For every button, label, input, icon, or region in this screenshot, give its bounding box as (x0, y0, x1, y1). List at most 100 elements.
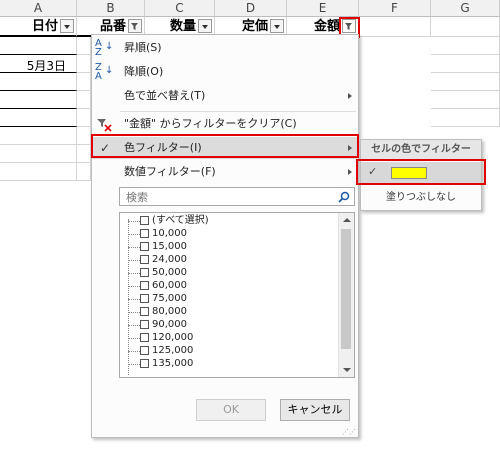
list-item-label: 15,000 (152, 241, 187, 252)
column-header-b[interactable]: B (77, 0, 145, 17)
checkbox[interactable] (140, 307, 149, 316)
list-item-label: 10,000 (152, 228, 187, 239)
tree-dots (128, 351, 140, 352)
swatch-highlight (356, 159, 486, 185)
cell-a[interactable]: 5月3日 (0, 55, 77, 73)
cell-b[interactable] (77, 109, 91, 127)
filter-dropdown-button[interactable] (270, 19, 284, 33)
chevron-right-icon (348, 169, 352, 175)
list-scrollbar[interactable] (338, 213, 354, 377)
cell-a[interactable] (0, 145, 77, 163)
list-item-label: 60,000 (152, 280, 187, 291)
search-icon (338, 191, 350, 203)
header-cell-date[interactable]: 日付 (0, 17, 77, 37)
cell-b[interactable] (77, 73, 91, 91)
cancel-button[interactable]: キャンセル (280, 399, 350, 421)
menu-item-sort-asc[interactable]: A Z ↓ 昇順(S) (92, 37, 358, 59)
cell-b[interactable] (77, 163, 91, 181)
checkbox[interactable] (140, 359, 149, 368)
menu-item-number-filter[interactable]: 数値フィルター(F) (92, 161, 358, 183)
clear-filter-icon (95, 115, 113, 133)
cell-a[interactable] (0, 127, 77, 145)
scroll-up-icon[interactable] (343, 218, 351, 222)
filter-search-box[interactable] (119, 187, 355, 206)
resize-grip-icon[interactable]: ⋰⋰ (342, 429, 356, 436)
filter-applied-button[interactable] (128, 19, 142, 33)
cell-b[interactable] (77, 91, 91, 109)
tree-dots (128, 234, 140, 235)
autofilter-menu: A Z ↓ 昇順(S) Z A ↓ 降順(O) 色で並べ替え(T) "金額" からフィル… (91, 34, 359, 438)
cell-a[interactable] (0, 109, 77, 127)
cell-g[interactable] (431, 55, 500, 73)
header-cell-f[interactable] (359, 17, 431, 37)
cell-g[interactable] (431, 91, 500, 109)
filter-dropdown-button[interactable] (198, 19, 212, 33)
tree-dots (128, 260, 140, 261)
cell-b[interactable] (77, 145, 91, 163)
menu-item-sort-desc[interactable]: Z A ↓ 降順(O) (92, 61, 358, 83)
column-header-g[interactable]: G (431, 0, 500, 17)
checkbox[interactable] (140, 242, 149, 251)
menu-separator (120, 111, 356, 112)
column-header-a[interactable]: A (0, 0, 77, 17)
list-item-label: 135,000 (152, 358, 194, 369)
checkbox[interactable] (140, 216, 149, 225)
list-item-label: 125,000 (152, 345, 194, 356)
sort-asc-icon: A Z ↓ (95, 38, 114, 58)
sort-desc-icon: Z A ↓ (95, 62, 114, 82)
cell-b[interactable] (77, 55, 91, 73)
cell-a[interactable] (0, 91, 77, 109)
menu-item-sort-by-color[interactable]: 色で並べ替え(T) (92, 85, 358, 107)
list-item-label: (すべて選択) (152, 215, 209, 226)
cell-a-value: 5月3日 (26, 59, 66, 73)
tree-dots (128, 273, 140, 274)
cell-g[interactable] (431, 73, 500, 91)
column-header-f[interactable]: F (359, 0, 431, 17)
cell-a[interactable] (0, 73, 77, 91)
cell-g[interactable] (431, 109, 500, 127)
checkbox[interactable] (140, 281, 149, 290)
no-fill-option[interactable]: 塗りつぶしなし (361, 188, 481, 203)
chevron-down-icon (274, 25, 280, 29)
checkbox[interactable] (140, 333, 149, 342)
tree-dots (128, 299, 140, 300)
menu-item-label: 数値フィルター(F) (124, 165, 216, 178)
list-item-label: 75,000 (152, 293, 187, 304)
checkbox[interactable] (140, 255, 149, 264)
column-header-d[interactable]: D (215, 0, 287, 17)
cell-g[interactable] (431, 37, 500, 55)
color-filter-highlight (91, 134, 359, 158)
cell-a[interactable] (0, 37, 77, 55)
chevron-right-icon (348, 93, 352, 99)
cell-b[interactable] (77, 127, 91, 145)
checkbox[interactable] (140, 294, 149, 303)
checkbox[interactable] (140, 268, 149, 277)
checkbox[interactable] (140, 320, 149, 329)
filter-dropdown-button[interactable] (60, 19, 74, 33)
search-input[interactable] (124, 189, 328, 206)
scrollbar-thumb[interactable] (341, 229, 351, 349)
scroll-down-icon[interactable] (343, 368, 351, 372)
header-date-label: 日付 (31, 19, 58, 34)
list-item-label: 80,000 (152, 306, 187, 317)
cell-b[interactable] (77, 37, 91, 55)
tree-dots (128, 221, 140, 222)
chevron-down-icon (202, 25, 208, 29)
list-item-label: 50,000 (152, 267, 187, 278)
menu-item-label: "金額" からフィルターをクリア(C) (124, 117, 297, 130)
filter-funnel-icon (131, 23, 138, 30)
cell-a[interactable] (0, 163, 77, 181)
tree-dots (128, 286, 140, 287)
column-header-e[interactable]: E (287, 0, 359, 17)
tree-dots (128, 364, 140, 365)
tree-dots (128, 247, 140, 248)
ok-button[interactable]: OK (196, 399, 266, 421)
menu-item-clear-filter[interactable]: "金額" からフィルターをクリア(C) (92, 113, 358, 135)
column-header-c[interactable]: C (145, 0, 215, 17)
header-cell-g[interactable] (431, 17, 500, 37)
filter-value-list: (すべて選択) 10,000 15,000 24,000 50,000 60,0… (119, 212, 355, 378)
list-item-label: 120,000 (152, 332, 194, 343)
checkbox[interactable] (140, 229, 149, 238)
checkbox[interactable] (140, 346, 149, 355)
list-item-label: 24,000 (152, 254, 187, 265)
